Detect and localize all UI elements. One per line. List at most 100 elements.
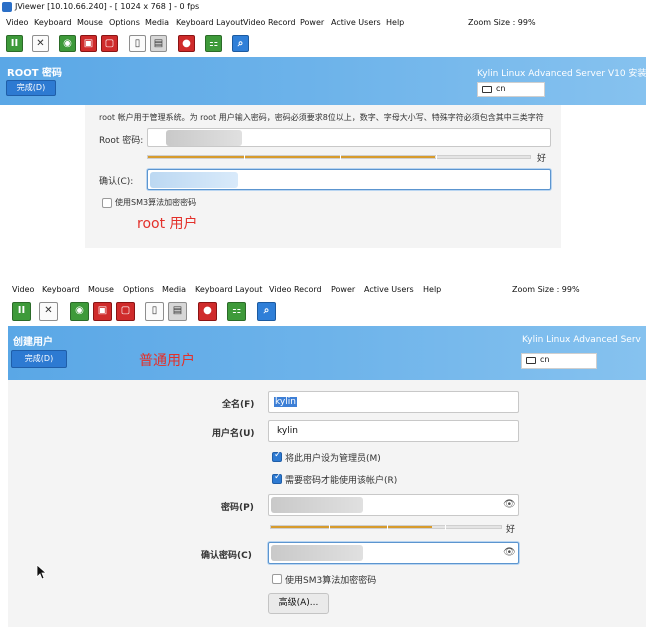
confirm-password-label: 确认密码(C) [201,551,252,561]
root-confirm-label: 确认(C): [99,177,134,187]
menu-keyboard[interactable]: Keyboard [34,16,72,30]
user-strength-label: 好 [506,525,516,535]
user-keyboard-layout[interactable]: cn [521,353,597,369]
keyboard-layout-value: cn [496,84,506,93]
root-password-mask [166,130,242,146]
zoom-icon[interactable]: ⌕ [257,302,276,321]
menu-video[interactable]: Video [6,16,28,30]
power-icon[interactable]: ⚏ [205,35,222,52]
toolbar-bottom: II ✕ ◉ ▣ ▢ ▯ ▤ ● ⚏ ⌕ [0,302,646,324]
user-header-band: 创建用户 完成(D) 普通用户 Kylin Linux Advanced Ser… [8,326,646,380]
root-confirm-field[interactable] [147,169,551,190]
menu-keyboard[interactable]: Keyboard [42,283,80,297]
record-icon[interactable]: ● [178,35,195,52]
menu-video-record[interactable]: Video Record [243,16,296,30]
menu-video[interactable]: Video [12,283,34,297]
window-title: JViewer [10.10.66.240] - [ 1024 x 768 ] … [15,2,200,11]
fullname-field[interactable]: kylin [268,391,519,413]
user-done-button[interactable]: 完成(D) [11,350,67,368]
menu-mouse[interactable]: Mouse [88,283,114,297]
zoom-size: Zoom Size : 99% [512,285,580,294]
root-sm3-checkbox[interactable] [102,198,112,208]
root-done-button[interactable]: 完成(D) [6,80,56,96]
username-label: 用户名(U) [212,429,255,439]
mouse-cursor-icon [36,564,48,580]
menu-options[interactable]: Options [109,16,140,30]
root-password-label: Root 密码: [99,136,144,146]
password-label: 密码(P) [221,503,254,513]
floppy-icon[interactable]: ▣ [93,302,112,321]
username-value: kylin [277,426,298,436]
root-description: root 帐户用于管理系统。为 root 用户输入密码，密码必须要求8位以上，数… [99,113,544,122]
menu-active-users[interactable]: Active Users [331,16,381,30]
root-confirm-mask [150,172,238,188]
menu-help[interactable]: Help [423,283,441,297]
record-icon[interactable]: ● [198,302,217,321]
menu-power[interactable]: Power [331,283,355,297]
user-sm3-checkbox[interactable] [272,574,282,584]
root-strength-meter [147,155,531,160]
menu-power[interactable]: Power [300,16,324,30]
show-password-icon[interactable]: 👁 [503,499,516,510]
root-sm3-label: 使用SM3算法加密密码 [115,198,197,207]
cd-icon[interactable]: ◉ [70,302,89,321]
user-header-title: 创建用户 [13,337,53,348]
root-password-field[interactable] [147,128,551,147]
clipboard-icon[interactable]: ▯ [129,35,146,52]
root-annotation: root 用户 [137,216,198,232]
keyboard-layout-value: cn [540,355,550,364]
advanced-button[interactable]: 高级(A)... [268,593,329,614]
root-header-band: ROOT 密码 完成(D) Kylin Linux Advanced Serve… [0,57,646,105]
user-annotation: 普通用户 [139,353,195,369]
fullname-value: kylin [274,397,297,407]
user-sm3-label: 使用SM3算法加密密码 [285,576,377,586]
require-password-checkbox[interactable] [272,472,282,484]
password-mask [271,497,363,513]
fullscreen-icon[interactable]: ✕ [32,35,49,52]
keyboard-icon[interactable]: ▤ [150,35,167,52]
menu-media[interactable]: Media [145,16,169,30]
zoom-icon[interactable]: ⌕ [232,35,249,52]
power-icon[interactable]: ⚏ [227,302,246,321]
username-field[interactable]: kylin [268,420,519,442]
menu-help[interactable]: Help [386,16,404,30]
user-strength-fill [271,526,432,528]
show-confirm-password-icon[interactable]: 👁 [503,547,516,558]
root-product-name: Kylin Linux Advanced Server V10 安装 [477,69,646,79]
menu-video-record[interactable]: Video Record [269,283,322,297]
zoom-size: Zoom Size : 99% [468,18,536,27]
menu-media[interactable]: Media [162,283,186,297]
keyboard-icon[interactable]: ▤ [168,302,187,321]
menu-bar-bottom: Video Keyboard Mouse Options Media Keybo… [0,283,646,297]
fullscreen-icon[interactable]: ✕ [39,302,58,321]
cd-icon[interactable]: ◉ [59,35,76,52]
root-keyboard-layout[interactable]: cn [477,82,545,97]
menu-bar-top: Video Keyboard Mouse Options Media Keybo… [0,16,646,30]
hard-disk-icon[interactable]: ▢ [101,35,118,52]
pause-icon[interactable]: II [6,35,23,52]
root-header-title: ROOT 密码 [7,68,63,79]
hard-disk-icon[interactable]: ▢ [116,302,135,321]
root-content-panel: root 帐户用于管理系统。为 root 用户输入密码，密码必须要求8位以上，数… [85,105,561,248]
jviewer-app-icon [2,2,12,12]
password-field[interactable]: 👁 [268,494,519,516]
fullname-label: 全名(F) [222,400,255,410]
menu-keyboard-layout[interactable]: Keyboard Layout [176,16,243,30]
keyboard-layout-icon [482,86,492,93]
menu-keyboard-layout[interactable]: Keyboard Layout [195,283,262,297]
confirm-password-field[interactable]: 👁 [268,542,519,564]
admin-checkbox[interactable] [272,450,282,462]
user-content-panel: 全名(F) kylin 用户名(U) kylin 将此用户设为管理员(M) 需要… [8,380,646,627]
user-strength-meter [270,525,502,530]
root-strength-label: 好 [537,154,547,164]
menu-active-users[interactable]: Active Users [364,283,414,297]
clipboard-icon[interactable]: ▯ [145,302,164,321]
floppy-icon[interactable]: ▣ [80,35,97,52]
toolbar-top: II ✕ ◉ ▣ ▢ ▯ ▤ ● ⚏ ⌕ [0,35,646,57]
root-strength-fill [148,156,435,158]
menu-mouse[interactable]: Mouse [77,16,103,30]
confirm-password-mask [271,545,363,561]
pause-icon[interactable]: II [12,302,31,321]
menu-options[interactable]: Options [123,283,154,297]
admin-label: 将此用户设为管理员(M) [285,454,381,464]
